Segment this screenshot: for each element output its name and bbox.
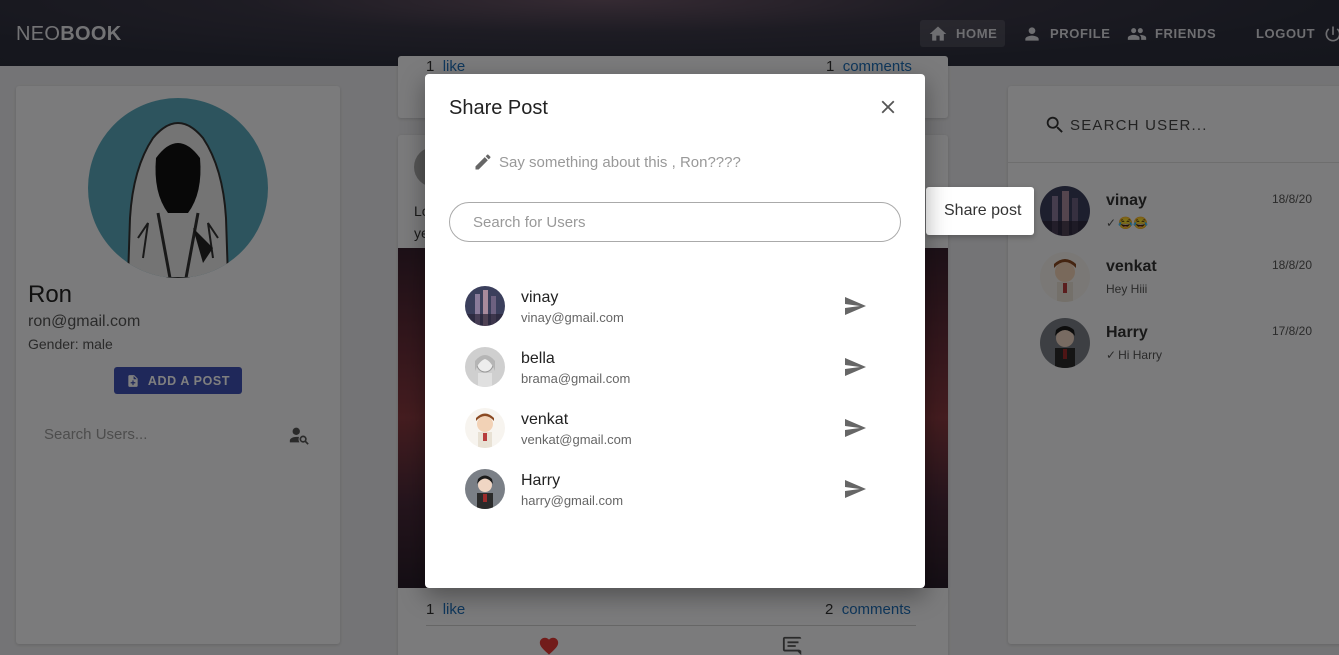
- avatar: [465, 286, 505, 326]
- user-name: vinay: [521, 289, 559, 306]
- send-button[interactable]: [843, 294, 869, 320]
- user-email: venkat@gmail.com: [521, 432, 632, 447]
- share-user-row: venkat venkat@gmail.com: [465, 408, 885, 450]
- send-button[interactable]: [843, 477, 869, 503]
- share-user-row: vinay vinay@gmail.com: [465, 286, 885, 328]
- dialog-title: Share Post: [449, 97, 548, 119]
- share-post-menu-item[interactable]: Share post: [926, 187, 1034, 235]
- send-icon: [845, 419, 866, 437]
- close-icon[interactable]: [877, 96, 899, 118]
- avatar: [465, 408, 505, 448]
- caption-placeholder: Say something about this , Ron????: [499, 153, 741, 171]
- user-email: vinay@gmail.com: [521, 310, 624, 325]
- share-post-label: Share post: [944, 202, 1022, 219]
- avatar: [465, 347, 505, 387]
- send-button[interactable]: [843, 355, 869, 381]
- caption-field[interactable]: Say something about this , Ron????: [473, 152, 741, 172]
- send-icon: [845, 358, 866, 376]
- user-email: harry@gmail.com: [521, 493, 624, 508]
- avatar: [465, 469, 505, 509]
- user-search-input[interactable]: [449, 202, 901, 242]
- user-name: bella: [521, 350, 555, 367]
- user-email: brama@gmail.com: [521, 371, 631, 386]
- send-icon: [845, 297, 866, 315]
- pencil-icon: [475, 154, 491, 170]
- user-name: venkat: [521, 411, 569, 428]
- share-user-row: Harry harry@gmail.com: [465, 469, 885, 511]
- user-name: Harry: [521, 472, 561, 489]
- send-button[interactable]: [843, 416, 869, 442]
- send-icon: [845, 480, 866, 498]
- share-post-dialog: Share Post Say something about this , Ro…: [425, 74, 925, 588]
- share-user-row: bella brama@gmail.com: [465, 347, 885, 389]
